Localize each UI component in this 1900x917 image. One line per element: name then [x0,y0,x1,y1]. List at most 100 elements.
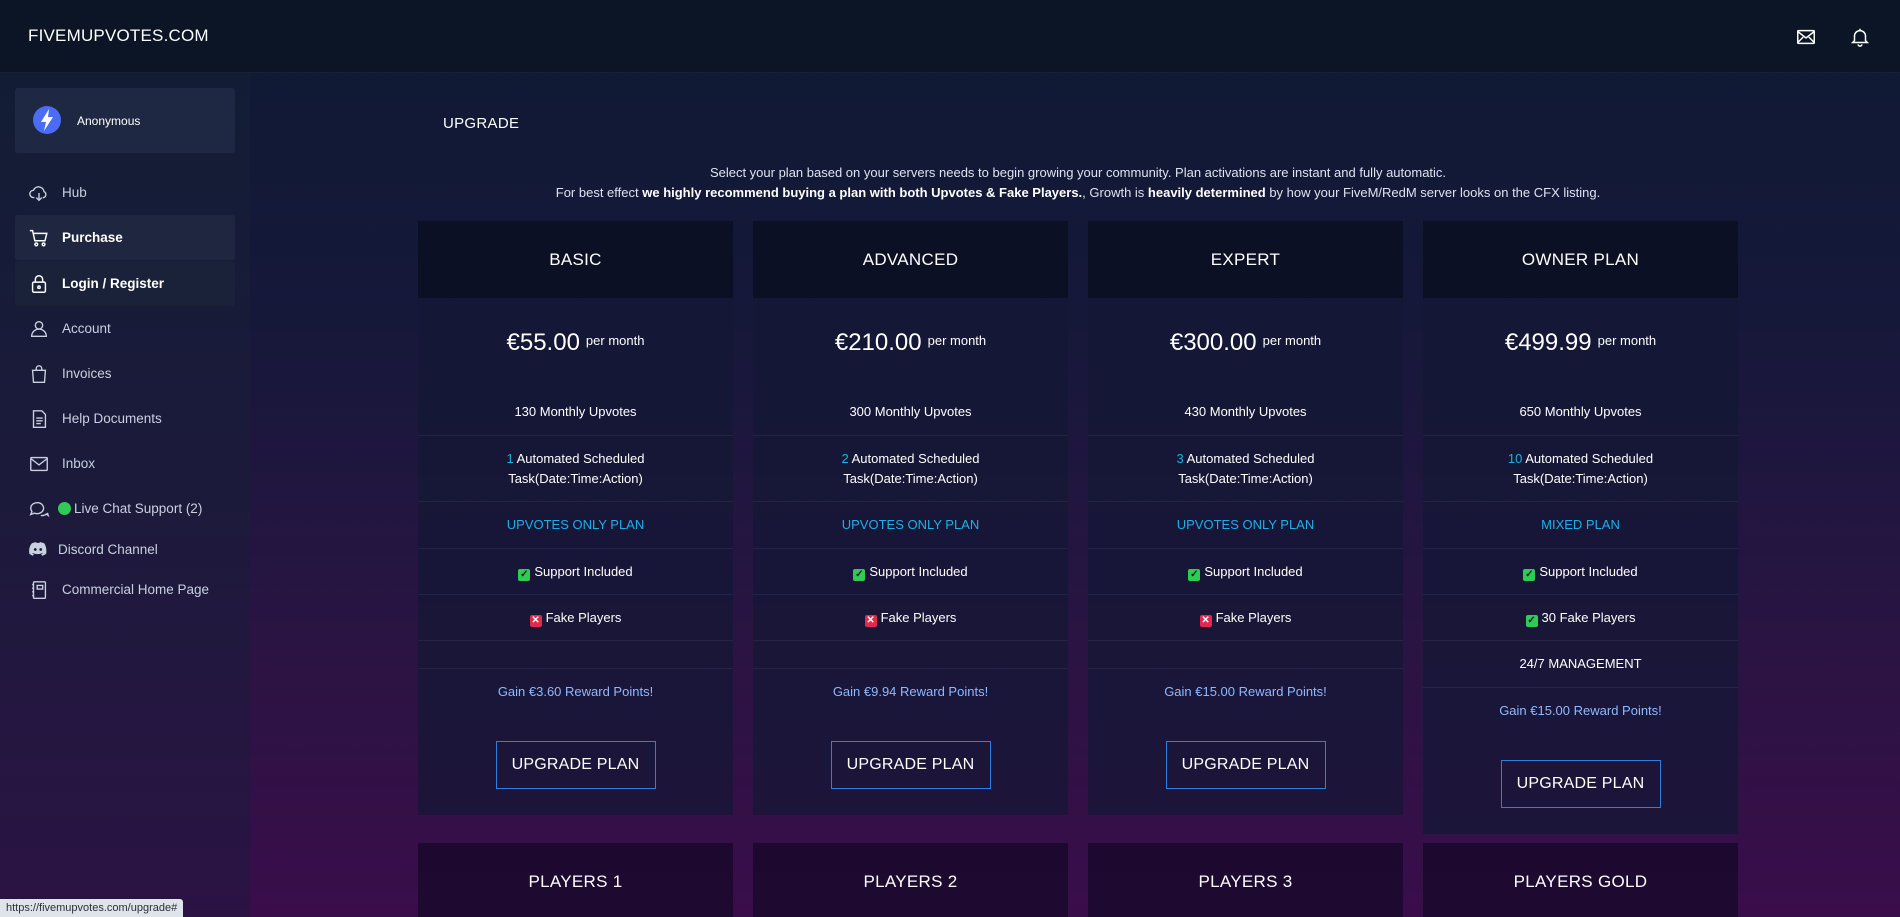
intro-bold-recommendation: we highly recommend buying a plan with b… [642,184,1083,200]
plan-name: PLAYERS 3 [1198,871,1293,891]
sidebar-item-label: Purchase [62,230,123,245]
upgrade-plan-button[interactable]: UPGRADE PLAN [1165,741,1326,789]
fake-players-feature: ✕ Fake Players [1088,595,1403,641]
plan-name: PLAYERS GOLD [1513,871,1648,891]
task-label-2: Task(Date:Time:Action) [1178,470,1313,486]
scheduled-tasks: 1 Automated Scheduled Task(Date:Time:Acti… [418,436,733,502]
top-bar: FIVEMUPVOTES.COM [0,0,1900,73]
fake-players-feature: ✕ Fake Players [418,595,733,641]
sidebar-item-label: Live Chat Support (2) [58,501,202,516]
support-label: Support Included [1204,563,1303,579]
sidebar-item-commercial-home-page[interactable]: Commercial Home Page [15,567,235,612]
task-count: 1 [506,450,514,466]
sidebar-item-live-chat-support[interactable]: Live Chat Support (2) [15,486,235,531]
task-label-2: Task(Date:Time:Action) [508,470,643,486]
price-row: €300.00 per month [1088,298,1403,388]
chat-icon [28,498,50,520]
empty-row [753,641,1068,669]
plan-type: UPVOTES ONLY PLAN [753,502,1068,549]
task-label-2: Task(Date:Time:Action) [1513,470,1648,486]
sidebar-item-label: Discord Channel [58,541,158,557]
sidebar-item-label: Hub [62,185,87,200]
sidebar-item-account[interactable]: Account [15,306,235,351]
plan-card-basic: BASIC €55.00 per month 130 Monthly Upvote… [418,221,733,815]
status-bar-url: https://fivemupvotes.com/upgrade# [0,899,184,917]
fake-players-feature: ✓ 30 Fake Players [1423,595,1738,641]
upgrade-plan-button[interactable]: UPGRADE PLAN [830,741,991,789]
brand-logo-text[interactable]: FIVEMUPVOTES.COM [28,26,209,46]
task-count: 10 [1507,450,1523,466]
sidebar-item-login-register[interactable]: Login / Register [15,261,235,306]
support-label: Support Included [869,563,968,579]
support-feature: ✓ Support Included [418,549,733,595]
sidebar-item-inbox[interactable]: Inbox [15,441,235,486]
cloud-icon [28,182,50,204]
plan-card-advanced: ADVANCED €210.00 per month 300 Monthly Up… [753,221,1068,815]
sidebar-item-label-text: Live Chat Support (2) [74,501,203,516]
plan-card-expert: EXPERT €300.00 per month 430 Monthly Upvo… [1088,221,1403,815]
sidebar-item-purchase[interactable]: Purchase [15,215,235,260]
sidebar-item-label: Invoices [62,366,112,381]
plan-name: PLAYERS 2 [863,871,958,891]
cross-icon: ✕ [1199,614,1212,627]
lightning-avatar-icon [32,105,62,135]
task-count: 3 [1176,450,1184,466]
player-card-3: PLAYERS 3 [1088,843,1403,917]
player-card-2: PLAYERS 2 [753,843,1068,917]
mail-icon [28,453,50,475]
price-row: €210.00 per month [753,298,1068,388]
player-card-1: PLAYERS 1 [418,843,733,917]
plan-name: BASIC [418,221,733,298]
check-icon: ✓ [518,568,531,581]
support-label: Support Included [1539,563,1638,579]
fake-players-label: Fake Players [1215,609,1292,625]
plan-type: MIXED PLAN [1423,502,1738,549]
price-period: per month [1262,332,1322,348]
intro-text-part: by how your FiveM/RedM server looks on t… [1265,184,1601,200]
document-icon [28,408,50,430]
reward-points: Gain €15.00 Reward Points! [1164,684,1327,699]
support-feature: ✓ Support Included [1088,549,1403,595]
upgrade-plan-button[interactable]: UPGRADE PLAN [495,741,656,789]
sidebar-item-label: Commercial Home Page [62,582,210,597]
check-icon: ✓ [1523,568,1536,581]
sidebar-item-invoices[interactable]: Invoices [15,351,235,396]
task-label: Automated Scheduled [513,450,645,466]
price-row: €499.99 per month [1423,298,1738,388]
upgrade-plan-button[interactable]: UPGRADE PLAN [1500,760,1661,808]
book-icon [28,579,50,601]
cart-icon [28,227,50,249]
monthly-upvotes: 430 Monthly Upvotes [1088,388,1403,436]
intro-bold-determined: heavily determined [1147,184,1266,200]
task-count: 2 [841,450,849,466]
page-title: UPGRADE [443,115,520,132]
task-label: Automated Scheduled [848,450,980,466]
sidebar-item-help-documents[interactable]: Help Documents [15,396,235,441]
empty-row [1088,641,1403,669]
sidebar-item-hub[interactable]: Hub [15,170,235,215]
sidebar-item-discord-channel[interactable]: Discord Channel [15,531,235,567]
online-status-dot [58,502,71,515]
management-feature: 24/7 MANAGEMENT [1423,641,1738,688]
button-wrap: UPGRADE PLAN [1088,715,1403,815]
intro-text: Select your plan based on your servers n… [419,163,1737,202]
cross-icon: ✕ [529,614,542,627]
support-feature: ✓ Support Included [1423,549,1738,595]
monthly-upvotes: 650 Monthly Upvotes [1423,388,1738,436]
task-label-2: Task(Date:Time:Action) [843,470,978,486]
support-feature: ✓ Support Included [753,549,1068,595]
fake-players-label: Fake Players [880,609,957,625]
price-period: per month [927,332,987,348]
task-label: Automated Scheduled [1183,450,1315,466]
bell-icon[interactable] [1849,26,1871,48]
plan-name: OWNER PLAN [1423,221,1738,298]
sidebar-item-label: Account [62,321,111,336]
user-card[interactable]: Anonymous [15,88,235,153]
reward-points: Gain €15.00 Reward Points! [1499,703,1662,718]
mail-icon[interactable] [1795,26,1817,48]
plan-name: EXPERT [1088,221,1403,298]
fake-players-feature: ✕ Fake Players [753,595,1068,641]
plan-price: €300.00 [1169,329,1257,356]
plan-card-owner: OWNER PLAN €499.99 per month 650 Monthly … [1423,221,1738,834]
plan-price: €210.00 [834,329,922,356]
